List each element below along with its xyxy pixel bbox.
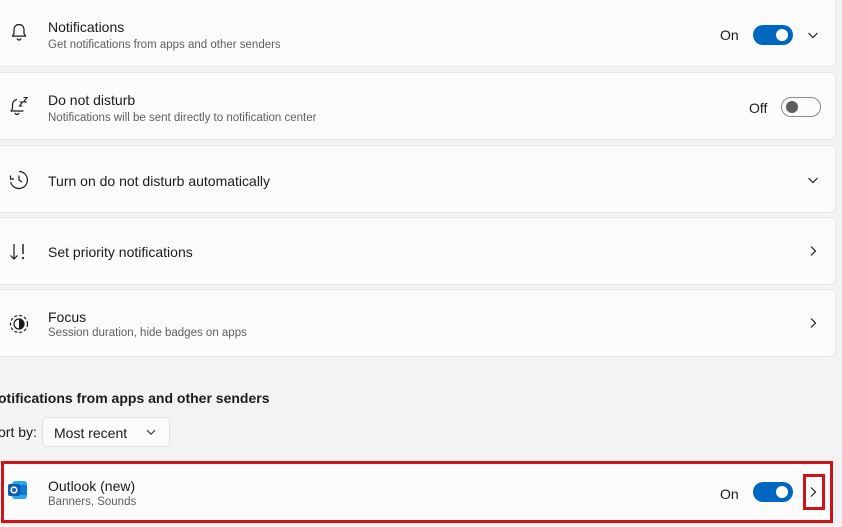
do-not-disturb-subtitle: Notifications will be sent directly to n… [48, 112, 317, 124]
app-row-outlook[interactable]: Outlook (new) Banners, Sounds On [0, 462, 836, 524]
outlook-icon [7, 479, 29, 501]
do-not-disturb-state-label: Off [749, 100, 768, 116]
do-not-disturb-title: Do not disturb [48, 92, 136, 108]
notifications-settings-page: Notifications Get notifications from app… [0, 0, 842, 527]
priority-arrows-icon [7, 240, 31, 264]
focus-card[interactable]: Focus Session duration, hide badges on a… [0, 289, 836, 357]
notifications-title: Notifications [48, 19, 125, 35]
toggle-knob [776, 486, 788, 498]
chevron-down-icon [144, 425, 160, 441]
notifications-state-label: On [720, 27, 739, 43]
auto-dnd-card[interactable]: Turn on do not disturb automatically [0, 145, 836, 213]
snooze-bell-icon [7, 94, 31, 118]
focus-subtitle: Session duration, hide badges on apps [48, 327, 247, 339]
sort-by-dropdown[interactable]: Most recent [42, 417, 170, 447]
chevron-down-icon[interactable] [805, 172, 821, 188]
sort-by-label: ort by: [0, 424, 37, 440]
toggle-knob [786, 101, 798, 113]
clock-icon [7, 168, 31, 192]
app-name: Outlook (new) [48, 478, 136, 494]
priority-notifications-card[interactable]: Set priority notifications [0, 217, 836, 285]
apps-section-title: otifications from apps and other senders [0, 390, 270, 406]
bell-icon [7, 20, 31, 44]
app-detail: Banners, Sounds [48, 496, 137, 508]
chevron-right-icon[interactable] [805, 315, 821, 331]
sort-by-value: Most recent [54, 425, 128, 441]
chevron-right-icon[interactable] [805, 243, 821, 259]
app-state-label: On [720, 486, 739, 502]
auto-dnd-title: Turn on do not disturb automatically [48, 173, 271, 189]
chevron-right-icon[interactable] [805, 484, 821, 500]
notifications-card[interactable]: Notifications Get notifications from app… [0, 0, 836, 67]
app-toggle[interactable] [753, 482, 793, 502]
notifications-subtitle: Get notifications from apps and other se… [48, 39, 281, 51]
toggle-knob [776, 29, 788, 41]
do-not-disturb-card[interactable]: Do not disturb Notifications will be sen… [0, 72, 836, 140]
chevron-down-icon[interactable] [805, 27, 821, 43]
focus-icon [7, 312, 31, 336]
priority-notifications-title: Set priority notifications [48, 244, 193, 260]
do-not-disturb-toggle[interactable] [781, 97, 821, 117]
focus-title: Focus [48, 309, 87, 325]
notifications-toggle[interactable] [753, 25, 793, 45]
